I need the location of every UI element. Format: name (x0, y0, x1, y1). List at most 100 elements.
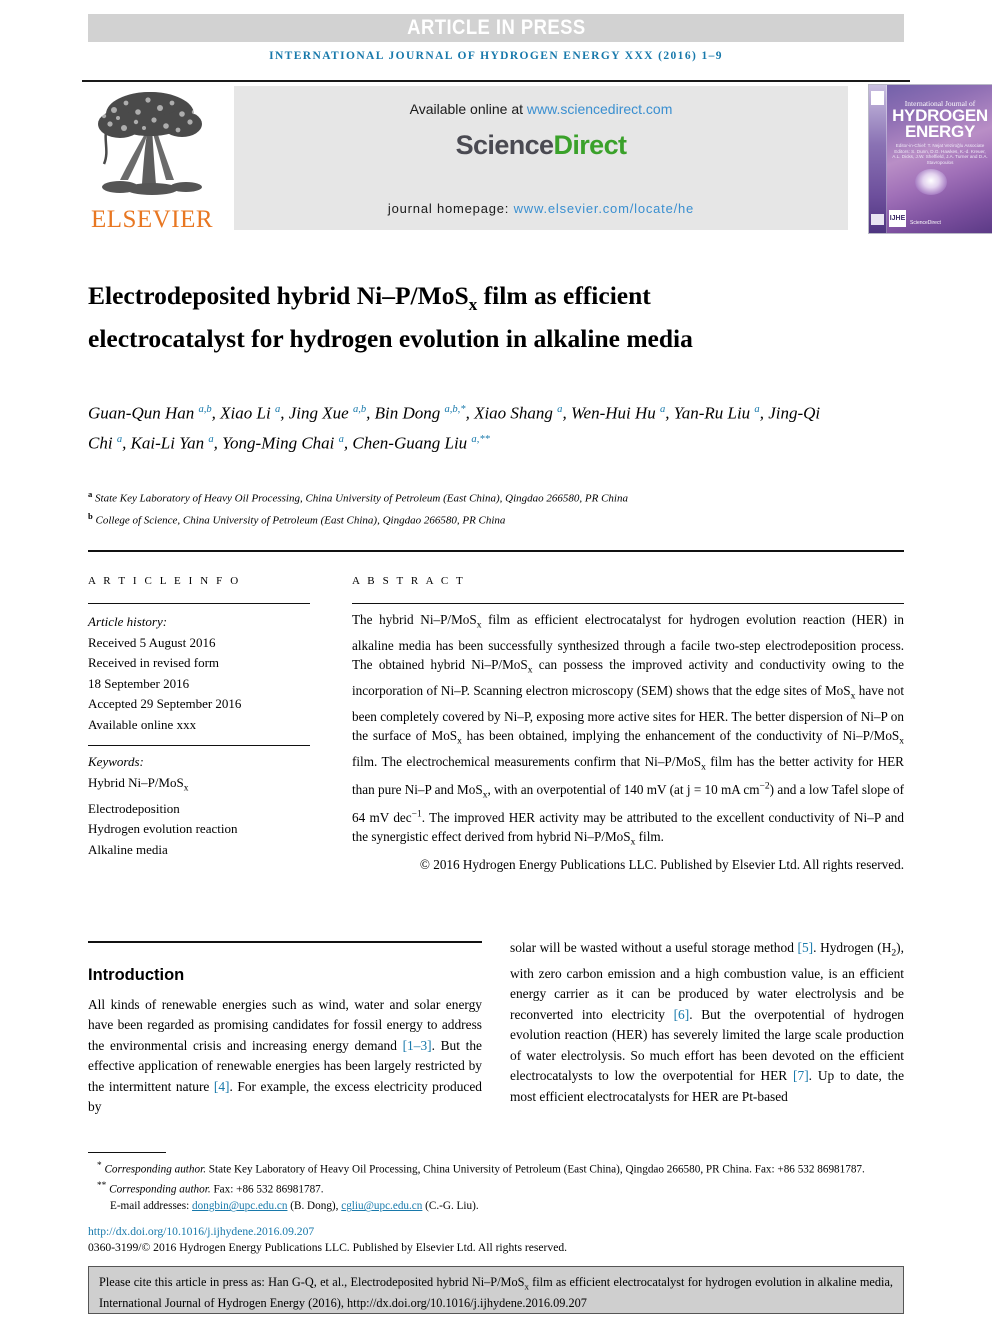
affiliation-item: a State Key Laboratory of Heavy Oil Proc… (88, 486, 828, 508)
article-history-items: Received 5 August 2016 Received in revise… (88, 633, 324, 736)
cover-footer: IJHE ScienceDirect (889, 210, 989, 227)
reference-link[interactable]: [6] (674, 1007, 690, 1022)
affiliation-text: State Key Laboratory of Heavy Oil Proces… (92, 492, 628, 505)
affiliation-item: b College of Science, China University o… (88, 508, 828, 530)
title-part-1: Electrodeposited hybrid Ni–P/MoS (88, 281, 469, 311)
abstract-heading: A B S T R A C T (352, 575, 466, 587)
available-online-label: Available online at (409, 101, 527, 117)
reference-link[interactable]: [7] (793, 1068, 809, 1083)
keywords-label: Keywords: (88, 754, 144, 769)
reference-link[interactable]: [4] (214, 1079, 230, 1094)
keywords-block: Keywords: Hybrid Ni–P/MoSx Electrodeposit… (88, 752, 324, 860)
email-addresses-label: E-mail addresses: (110, 1200, 193, 1213)
author-separator: , (122, 433, 131, 453)
keyword-items: Hybrid Ni–P/MoSx Electrodeposition Hydroge… (88, 773, 324, 861)
author-name: Wen-Hui Hu (570, 403, 661, 423)
footnote-corresponding-2: ** Corresponding author. Fax: +86 532 86… (88, 1178, 904, 1198)
footnote-marker-2: ** (97, 1181, 107, 1192)
doi-link[interactable]: http://dx.doi.org/10.1016/j.ijhydene.201… (88, 1225, 314, 1238)
info-abstract-top-rule (88, 550, 904, 552)
email-link-2[interactable]: cgliu@upc.edu.cn (341, 1200, 422, 1212)
author-affiliation-marker: a,b,* (444, 404, 466, 415)
email-owner-2: (C.-G. Liu). (422, 1200, 479, 1213)
sciencedirect-logo-science: Science (455, 130, 554, 160)
cover-editors-text: Editor-in-Chief: T. Nejat Veziroğlu Asso… (892, 143, 988, 165)
author-name: Guan-Qun Han (88, 403, 199, 423)
author-separator: , (465, 403, 475, 423)
journal-homepage-line: journal homepage: www.elsevier.com/locat… (234, 201, 848, 216)
footnote-corresponding-1-rest: State Key Laboratory of Heavy Oil Proces… (206, 1163, 865, 1176)
cover-spine (869, 85, 887, 233)
footnote-block: * Corresponding author. State Key Labora… (88, 1158, 904, 1215)
author-name: Bin Dong (374, 403, 445, 423)
email-link-1[interactable]: dongbin@upc.edu.cn (192, 1200, 287, 1212)
journal-homepage-label: journal homepage: (387, 201, 514, 216)
reference-link[interactable]: [1–3] (403, 1038, 432, 1053)
author-name: Yong-Ming Chai (222, 433, 339, 453)
cite-this-article-text: Please cite this article in press as: Ha… (99, 1274, 893, 1312)
article-history-block: Article history: Received 5 August 2016 R… (88, 612, 324, 735)
article-page: ARTICLE IN PRESS INTERNATIONAL JOURNAL O… (0, 0, 992, 1323)
keyword-item: Hybrid Ni–P/MoSx (88, 774, 189, 794)
page-title: Electrodeposited hybrid Ni–P/MoSx film a… (88, 279, 788, 356)
elsevier-tree-icon (98, 92, 202, 195)
email-owner-1: (B. Dong), (287, 1200, 342, 1213)
author-name: Kai-Li Yan (130, 433, 209, 453)
author-list: Guan-Qun Han a,b, Xiao Li a, Jing Xue a,… (88, 397, 828, 456)
body-right-column: solar will be wasted without a useful st… (510, 940, 905, 1104)
article-history-item: Received in revised form (88, 655, 220, 670)
chem-subscript: x (850, 691, 856, 702)
cover-ijhe-badge: IJHE (889, 210, 906, 227)
chem-subscript: x (630, 838, 636, 849)
unit-exponent: −1 (411, 809, 422, 820)
journal-cover-thumbnail: International Journal of HYDROGEN ENERGY… (868, 84, 992, 234)
chem-subscript: x (527, 665, 533, 676)
author-separator: , (211, 403, 221, 423)
available-online-line: Available online at www.sciencedirect.co… (234, 101, 848, 117)
abstract-body: The hybrid Ni–P/MoSx film as efficient e… (352, 610, 904, 875)
chem-subscript: x (701, 762, 706, 773)
issn-copyright-line: 0360-3199/© 2016 Hydrogen Energy Publica… (88, 1241, 568, 1254)
sciencedirect-url-link[interactable]: www.sciencedirect.com (527, 101, 673, 117)
title-subscript: x (468, 295, 478, 315)
footnote-corresponding-2-label: Corresponding author. (109, 1183, 211, 1196)
cover-spine-logo-icon (871, 91, 884, 105)
author-separator: , (280, 403, 289, 423)
abstract-text: The hybrid Ni–P/MoSx film as efficient e… (352, 612, 905, 849)
chem-subscript: x (899, 736, 904, 747)
keyword-item: Hydrogen evolution reaction (88, 821, 238, 837)
footnote-corresponding-2-rest: Fax: +86 532 86981787. (210, 1183, 324, 1196)
elsevier-wordmark: ELSEVIER (90, 206, 214, 233)
affiliation-text: College of Science, China University of … (92, 514, 506, 527)
author-affiliation-marker: a,** (471, 433, 490, 445)
article-in-press-label: ARTICLE IN PRESS (406, 16, 586, 39)
journal-homepage-link[interactable]: www.elsevier.com/locate/he (514, 201, 694, 216)
cover-sciencedirect-mark: ScienceDirect (910, 220, 941, 226)
keyword-subscript: x (183, 783, 189, 794)
chem-subscript: 2 (891, 947, 897, 959)
keywords-rule (88, 745, 310, 746)
article-info-heading: A R T I C L E I N F O (88, 575, 241, 587)
chem-subscript: x (457, 736, 462, 747)
masthead: ELSEVIER Available online at www.science… (82, 80, 992, 234)
author-name: Yan-Ru Liu (673, 403, 755, 423)
reference-link[interactable]: [5] (798, 940, 814, 955)
elsevier-logo: ELSEVIER (82, 86, 222, 232)
body-left-column: All kinds of renewable energies such as … (88, 997, 483, 1115)
cover-spine-badge-icon (871, 214, 884, 225)
footnote-corresponding-1-label: Corresponding author. (104, 1163, 206, 1176)
author-name: Jing Xue (288, 403, 353, 423)
author-name: Xiao Li (220, 403, 275, 423)
footnote-rule (88, 1152, 166, 1153)
cover-orb-graphic (915, 169, 947, 195)
footnote-emails: E-mail addresses: dongbin@upc.edu.cn (B.… (88, 1198, 904, 1214)
sciencedirect-logo-direct: Direct (553, 130, 627, 160)
author-separator: , (562, 403, 571, 423)
unit-exponent: −2 (759, 781, 770, 792)
cover-title-line2: ENERGY (905, 122, 975, 141)
cite-prefix: Please cite this article in press as: Ha… (99, 1275, 525, 1289)
sciencedirect-logo[interactable]: ScienceDirect (234, 130, 848, 161)
affiliation-list: a State Key Laboratory of Heavy Oil Proc… (88, 486, 828, 529)
author-separator: , (213, 433, 223, 453)
cover-journal-title: HYDROGEN ENERGY (889, 107, 991, 141)
